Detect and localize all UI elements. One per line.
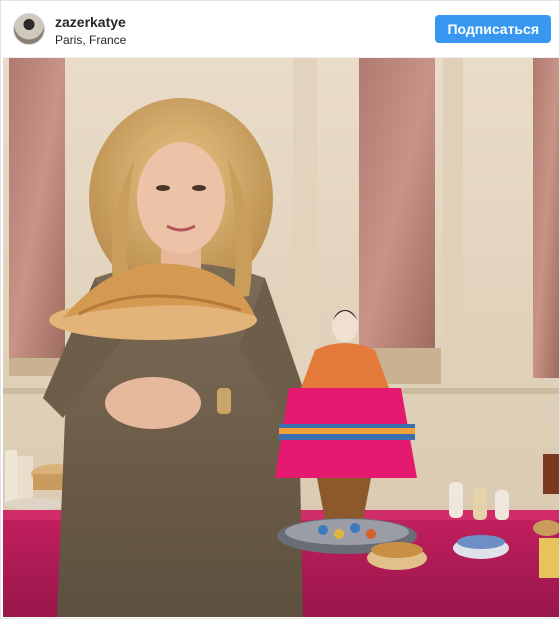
post-header: zazerkatye Paris, France Подписаться <box>1 1 559 58</box>
photo-illustration <box>3 58 559 617</box>
profile-avatar[interactable] <box>13 13 45 45</box>
user-info: zazerkatye Paris, France <box>55 14 126 48</box>
instagram-post: zazerkatye Paris, France Подписаться <box>0 0 560 619</box>
follow-button[interactable]: Подписаться <box>435 15 551 43</box>
post-photo[interactable] <box>3 58 559 617</box>
username-link[interactable]: zazerkatye <box>55 14 126 30</box>
location-link[interactable]: Paris, France <box>55 32 126 48</box>
